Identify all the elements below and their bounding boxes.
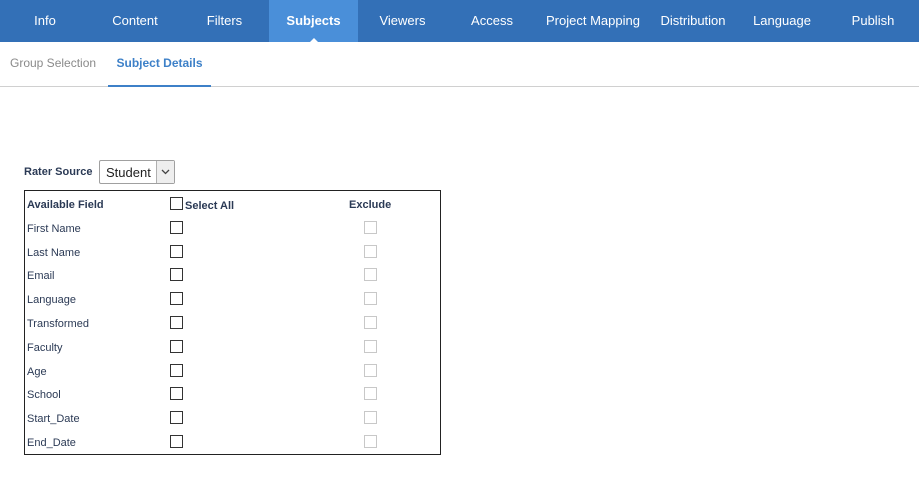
field-label-first-name: First Name [27,223,81,235]
field-checkbox-transformed[interactable] [170,316,183,329]
field-label-faculty: Faculty [27,342,63,354]
field-checkbox-first-name[interactable] [170,221,183,234]
field-label-start-date: Start_Date [27,413,80,425]
tab-viewers[interactable]: Viewers [358,0,447,42]
field-checkbox-faculty[interactable] [170,340,183,353]
chevron-down-icon[interactable] [156,161,174,183]
field-label-language: Language [27,294,76,306]
rater-source-select[interactable]: Student [99,160,175,184]
exclude-checkbox-age [364,364,377,377]
field-checkbox-language[interactable] [170,292,183,305]
exclude-checkbox-transformed [364,316,377,329]
field-label-school: School [27,389,61,401]
exclude-checkbox-email [364,268,377,281]
subtab-subject-details[interactable]: Subject Details [108,42,211,87]
field-label-end-date: End_Date [27,437,76,449]
exclude-checkbox-start-date [364,411,377,424]
sub-nav: Group Selection Subject Details [0,42,919,87]
field-checkbox-last-name[interactable] [170,245,183,258]
top-nav: Info Content Filters Subjects Viewers Ac… [0,0,919,42]
field-checkbox-age[interactable] [170,364,183,377]
exclude-checkbox-end-date [364,435,377,448]
available-field-header: Available Field [27,199,104,211]
subtab-group-selection[interactable]: Group Selection [10,42,96,87]
field-label-age: Age [27,366,47,378]
field-checkbox-email[interactable] [170,268,183,281]
field-checkbox-school[interactable] [170,387,183,400]
tab-project-mapping[interactable]: Project Mapping [537,0,649,42]
exclude-checkbox-last-name [364,245,377,258]
exclude-checkbox-language [364,292,377,305]
tab-language[interactable]: Language [737,0,827,42]
tab-filters[interactable]: Filters [180,0,269,42]
exclude-checkbox-first-name [364,221,377,234]
tab-subjects[interactable]: Subjects [269,0,358,42]
tab-info[interactable]: Info [0,0,90,42]
exclude-header: Exclude [349,199,392,211]
field-checkbox-start-date[interactable] [170,411,183,424]
field-label-last-name: Last Name [27,247,81,259]
rater-source-value: Student [106,165,151,180]
field-label-email: Email [27,270,55,282]
select-all-label: Select All [185,200,235,212]
select-all-checkbox[interactable] [170,197,183,210]
tab-content[interactable]: Content [90,0,180,42]
exclude-checkbox-faculty [364,340,377,353]
rater-source-label: Rater Source [24,166,93,178]
tab-publish[interactable]: Publish [827,0,919,42]
tab-access[interactable]: Access [447,0,537,42]
exclude-checkbox-school [364,387,377,400]
field-label-transformed: Transformed [27,318,89,330]
tab-distribution[interactable]: Distribution [649,0,737,42]
field-checkbox-end-date[interactable] [170,435,183,448]
available-fields-table: Available Field Select All Exclude First… [24,190,441,455]
